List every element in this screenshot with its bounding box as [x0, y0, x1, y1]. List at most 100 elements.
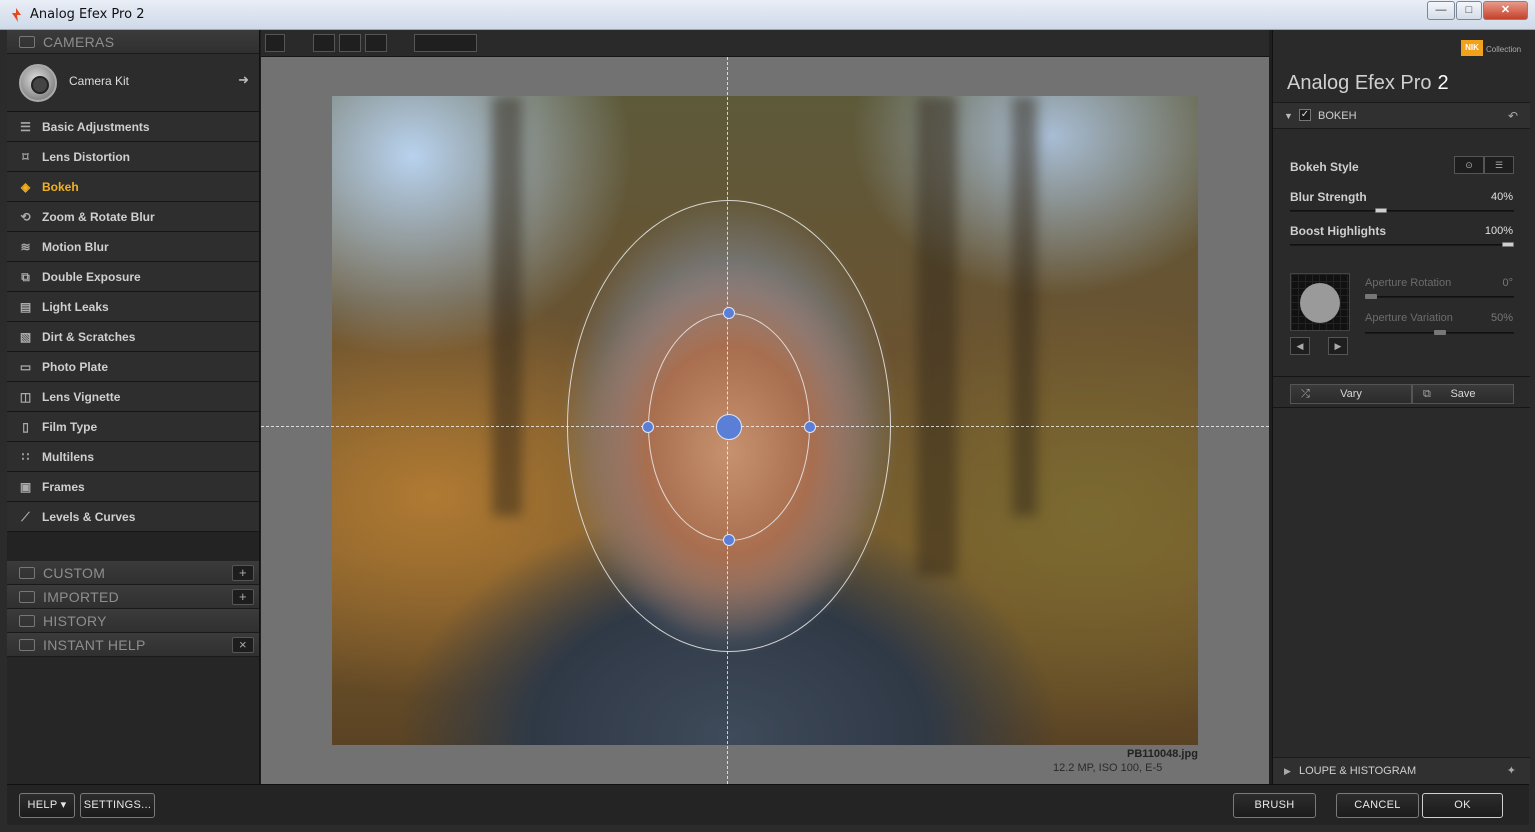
aperture-rotation-slider[interactable] [1365, 294, 1514, 299]
loupe-histogram-header[interactable]: ▶ LOUPE & HISTOGRAM ✦ [1273, 757, 1530, 784]
expand-triangle-icon[interactable]: ▶ [1284, 758, 1291, 784]
pin-icon[interactable]: ✦ [1507, 758, 1516, 784]
imported-header[interactable]: IMPORTED + [7, 585, 259, 609]
settings-button[interactable]: SETTINGS... [80, 793, 155, 818]
reset-icon[interactable]: ↶ [1508, 103, 1518, 129]
single-view-icon[interactable] [313, 34, 335, 52]
filter-motion-blur[interactable]: ≋ Motion Blur [7, 232, 259, 262]
previous-aperture-icon[interactable]: ◀ [1290, 337, 1310, 355]
filter-bokeh[interactable]: ◈ Bokeh [7, 172, 259, 202]
left-panel: CAMERAS Camera Kit ➜ ☰ Basic Adjustments … [7, 30, 260, 784]
aperture-variation-slider[interactable] [1365, 330, 1514, 335]
camera-icon [19, 36, 35, 48]
minimize-button[interactable]: — [1427, 1, 1455, 20]
filter-basic-adjustments[interactable]: ☰ Basic Adjustments [7, 112, 259, 142]
bokeh-section-header[interactable]: ▼ ✓ BOKEH ↶ [1273, 102, 1530, 129]
filter-multilens[interactable]: ∷ Multilens [7, 442, 259, 472]
filter-double-exposure[interactable]: ⧉ Double Exposure [7, 262, 259, 292]
blur-strength-value: 40% [1490, 191, 1513, 203]
close-help-button[interactable]: × [232, 637, 254, 653]
filter-photo-plate[interactable]: ▭ Photo Plate [7, 352, 259, 382]
cameras-header[interactable]: CAMERAS [7, 30, 259, 54]
slider-thumb[interactable] [1375, 208, 1387, 213]
filter-label: Basic Adjustments [42, 120, 150, 134]
next-aperture-icon[interactable]: ▶ [1328, 337, 1348, 355]
ok-button[interactable]: OK [1422, 793, 1503, 818]
right-handle[interactable] [804, 421, 816, 433]
vary-button[interactable]: ⤮ Vary [1290, 384, 1412, 404]
left-panel-spacer [7, 532, 259, 561]
divider [1273, 407, 1530, 408]
filter-dirt-scratches[interactable]: ▧ Dirt & Scratches [7, 322, 259, 352]
cancel-button[interactable]: CANCEL [1336, 793, 1419, 818]
multilens-icon: ∷ [21, 450, 30, 464]
top-handle[interactable] [723, 307, 735, 319]
dirt-scratches-icon: ▧ [19, 330, 32, 344]
filter-light-leaks[interactable]: ▤ Light Leaks [7, 292, 259, 322]
add-custom-button[interactable]: + [232, 565, 254, 581]
brush-button[interactable]: BRUSH [1233, 793, 1316, 818]
filter-levels-curves[interactable]: ⟋ Levels & Curves [7, 502, 259, 532]
history-header[interactable]: HISTORY [7, 609, 259, 633]
filter-label: Light Leaks [42, 300, 109, 314]
filter-lens-vignette[interactable]: ◫ Lens Vignette [7, 382, 259, 412]
side-by-side-icon[interactable] [365, 34, 387, 52]
photo-plate-icon: ▭ [19, 360, 32, 374]
circle-shape-button[interactable]: ⊙ [1454, 156, 1484, 174]
save-icon: ⧉ [1423, 388, 1431, 400]
maximize-button[interactable]: □ [1456, 1, 1482, 20]
filter-film-type[interactable]: ▯ Film Type [7, 412, 259, 442]
custom-header-label: CUSTOM [43, 565, 106, 581]
custom-icon [19, 567, 35, 579]
custom-header[interactable]: CUSTOM + [7, 561, 259, 585]
zoom-control[interactable] [414, 34, 477, 52]
app-icon [12, 8, 21, 22]
filter-zoom-rotate-blur[interactable]: ⟲ Zoom & Rotate Blur [7, 202, 259, 232]
save-label: Save [1450, 388, 1476, 400]
loupe-header-label: LOUPE & HISTOGRAM [1299, 765, 1417, 777]
split-view-icon[interactable] [339, 34, 361, 52]
bottom-handle[interactable] [723, 534, 735, 546]
slider-thumb[interactable] [1365, 294, 1377, 299]
divider [1273, 376, 1530, 377]
motion-blur-icon: ≋ [20, 240, 31, 254]
photo-detail [1012, 96, 1037, 516]
camera-kit-icon [19, 64, 57, 102]
center-handle[interactable] [716, 414, 742, 440]
boost-highlights-value: 100% [1484, 225, 1513, 237]
rotate-blur-icon: ⟲ [20, 210, 31, 224]
lens-vignette-icon: ◫ [19, 390, 32, 404]
camera-kit-row[interactable]: Camera Kit ➜ [7, 54, 259, 112]
filter-frames[interactable]: ▣ Frames [7, 472, 259, 502]
filter-lens-distortion[interactable]: ⌑ Lens Distortion [7, 142, 259, 172]
close-button[interactable]: ✕ [1483, 1, 1528, 20]
collapse-triangle-icon[interactable]: ▼ [1284, 103, 1293, 129]
instant-help-header[interactable]: INSTANT HELP × [7, 633, 259, 657]
slider-thumb[interactable] [1502, 242, 1514, 247]
image-canvas[interactable]: PB110048.jpg 12.2 MP, ISO 100, E-5 [261, 57, 1269, 784]
photo-detail [917, 96, 957, 576]
blur-strength-label: Blur Strength [1290, 190, 1367, 204]
arrow-right-icon[interactable]: ➜ [238, 72, 249, 88]
bokeh-eye-icon: ◈ [20, 180, 31, 194]
light-leaks-icon: ▤ [19, 300, 32, 314]
compare-icon[interactable] [265, 34, 285, 52]
boost-highlights-slider[interactable] [1290, 242, 1514, 247]
filter-label: Double Exposure [42, 270, 141, 284]
right-panel: NIK Collection Analog Efex Pro 2 ▼ ✓ BOKE… [1272, 30, 1530, 784]
save-preset-button[interactable]: ⧉ Save [1412, 384, 1514, 404]
help-button[interactable]: HELP ▾ [19, 793, 75, 818]
aperture-variation-label: Aperture Variation [1365, 312, 1453, 324]
levels-curves-icon: ⟋ [21, 510, 30, 524]
menu-icon[interactable]: ☰ [1484, 156, 1514, 174]
import-icon [19, 591, 35, 603]
left-handle[interactable] [642, 421, 654, 433]
history-icon [19, 615, 35, 627]
filter-label: Levels & Curves [42, 510, 136, 524]
blur-strength-slider[interactable] [1290, 208, 1514, 213]
bokeh-enable-checkbox[interactable]: ✓ [1299, 109, 1311, 121]
add-imported-button[interactable]: + [232, 589, 254, 605]
slider-thumb[interactable] [1434, 330, 1446, 335]
nik-logo: NIK Collection [1461, 40, 1522, 56]
nik-collection-text: Collection [1486, 45, 1522, 54]
